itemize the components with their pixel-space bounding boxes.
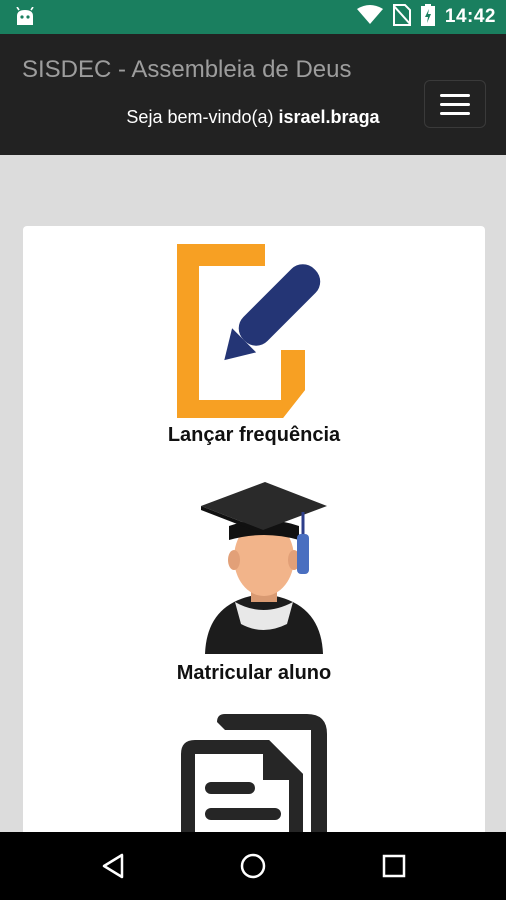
status-icons: 14:42 — [356, 0, 496, 34]
recent-apps-icon[interactable] — [380, 852, 408, 885]
system-nav-bar — [0, 832, 506, 900]
welcome-prefix: Seja bem-vindo(a) — [126, 107, 274, 127]
documents-icon — [177, 714, 333, 846]
welcome-message: Seja bem-vindo(a) israel.braga — [0, 107, 506, 128]
documents-tile[interactable] — [23, 714, 485, 846]
battery-charging-icon — [420, 3, 435, 31]
hamburger-line — [440, 102, 470, 106]
clock-time: 14:42 — [444, 6, 496, 27]
app-navbar: SISDEC - Assembleia de Deus Seja bem-vin… — [0, 34, 506, 155]
no-sim-icon — [392, 3, 412, 31]
edit-document-icon — [163, 240, 345, 427]
back-icon[interactable] — [100, 852, 128, 885]
status-bar: 14:42 — [0, 0, 506, 34]
username: israel.braga — [278, 107, 380, 127]
graduate-student-icon — [199, 478, 329, 659]
android-notification-icon — [14, 6, 36, 32]
enroll-student-label: Matricular aluno — [176, 662, 332, 684]
hamburger-line — [440, 93, 470, 97]
app-brand[interactable]: SISDEC - Assembleia de Deus — [22, 56, 351, 84]
launch-attendance-label: Lançar frequência — [167, 424, 341, 446]
home-icon[interactable] — [239, 852, 267, 885]
launch-attendance-tile[interactable]: Lançar frequência — [23, 240, 485, 448]
enroll-student-tile[interactable]: Matricular aluno — [23, 478, 485, 688]
wifi-icon — [356, 4, 383, 30]
menu-card: Lançar frequência Matricular aluno — [23, 226, 485, 846]
